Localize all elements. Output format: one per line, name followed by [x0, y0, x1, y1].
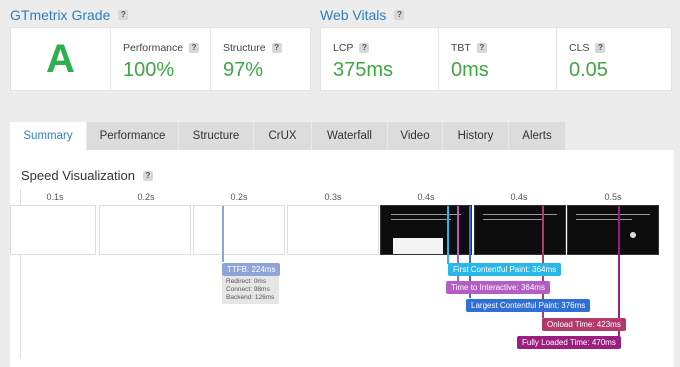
tab-structure[interactable]: Structure — [179, 122, 254, 150]
performance-value: 100% — [123, 59, 175, 81]
structure-label: Structure — [223, 42, 266, 54]
tbt-label: TBT — [451, 42, 471, 54]
timeline-tick: 0.5s — [604, 192, 622, 202]
speed-visualization-heading: Speed Visualization ? — [21, 168, 153, 183]
summary-panel: Speed Visualization ? 0.1s 0.2s 0.2s 0.3… — [10, 150, 674, 367]
performance-label: Performance — [123, 42, 184, 54]
help-icon[interactable]: ? — [476, 43, 487, 53]
lcp-value: 375ms — [333, 59, 394, 81]
onload-marker: Onload Time: 423ms — [542, 318, 626, 331]
ttfb-redirect: Redirect: 0ms — [226, 278, 267, 285]
speed-visualization-title: Speed Visualization — [21, 168, 135, 183]
ttfb-breakdown: Redirect: 0ms Connect: 98ms Backend: 126… — [222, 276, 279, 304]
help-icon[interactable]: ? — [394, 10, 405, 20]
lcp-metric: LCP ? 375ms — [321, 28, 438, 90]
lcp-label: LCP — [333, 42, 354, 54]
grade-letter: A — [46, 36, 75, 81]
tab-performance[interactable]: Performance — [87, 122, 179, 150]
fully-loaded-line — [618, 206, 620, 336]
tbt-value: 0ms — [451, 59, 489, 81]
tab-history[interactable]: History — [443, 122, 509, 150]
grade-card: A Performance ? 100% Structure ? 97% — [10, 27, 311, 91]
timeline-tick: 0.4s — [510, 192, 528, 202]
tab-video[interactable]: Video — [388, 122, 443, 150]
structure-metric: Structure ? 97% — [211, 28, 311, 90]
structure-value: 97% — [223, 59, 264, 81]
performance-metric: Performance ? 100% — [111, 28, 210, 90]
ttfb-connect: Connect: 98ms — [226, 286, 270, 293]
cls-label: CLS — [569, 42, 590, 54]
filmstrip-frame-rendered[interactable] — [567, 205, 659, 255]
filmstrip-frame-rendered[interactable] — [474, 205, 566, 255]
help-icon[interactable]: ? — [595, 43, 606, 53]
ttfb-backend: Backend: 126ms — [226, 294, 275, 301]
fcp-marker: First Contentful Paint: 364ms — [448, 263, 562, 276]
web-vitals-heading: Web Vitals ? — [320, 7, 405, 23]
tbt-metric: TBT ? 0ms — [439, 28, 556, 90]
timeline-tick: 0.2s — [230, 192, 248, 202]
tab-waterfall[interactable]: Waterfall — [312, 122, 388, 150]
help-icon[interactable]: ? — [271, 43, 282, 53]
help-icon[interactable]: ? — [359, 43, 370, 53]
ttfb-line — [222, 206, 224, 262]
help-icon[interactable]: ? — [118, 10, 129, 20]
filmstrip-frame[interactable] — [99, 205, 191, 255]
tti-marker: Time to Interactive: 364ms — [446, 281, 550, 294]
lcp-marker: Largest Contentful Paint: 376ms — [466, 299, 591, 312]
tab-alerts[interactable]: Alerts — [509, 122, 566, 150]
tab-summary[interactable]: Summary — [10, 122, 87, 150]
filmstrip-frame[interactable] — [193, 205, 285, 255]
fcp-line — [447, 206, 449, 264]
timeline-tick: 0.3s — [324, 192, 342, 202]
cls-value: 0.05 — [569, 59, 608, 81]
web-vitals-card: LCP ? 375ms TBT ? 0ms CLS ? 0.05 — [320, 27, 672, 91]
gtmetrix-grade-title: GTmetrix Grade — [10, 7, 111, 23]
report-tabs: Summary Performance Structure CrUX Water… — [10, 122, 566, 150]
fully-loaded-marker: Fully Loaded Time: 470ms — [517, 336, 621, 349]
help-icon[interactable]: ? — [189, 43, 200, 53]
help-icon[interactable]: ? — [142, 170, 153, 181]
timeline-tick: 0.4s — [417, 192, 435, 202]
tab-crux[interactable]: CrUX — [254, 122, 312, 150]
gtmetrix-grade-heading: GTmetrix Grade ? — [10, 7, 129, 23]
web-vitals-title: Web Vitals — [320, 7, 387, 23]
timeline-tick: 0.1s — [46, 192, 64, 202]
timeline-tick: 0.2s — [137, 192, 155, 202]
ttfb-marker: TTFB: 224ms — [222, 263, 281, 276]
filmstrip-frame[interactable] — [287, 205, 379, 255]
filmstrip-frame[interactable] — [10, 205, 96, 255]
cls-metric: CLS ? 0.05 — [557, 28, 673, 90]
